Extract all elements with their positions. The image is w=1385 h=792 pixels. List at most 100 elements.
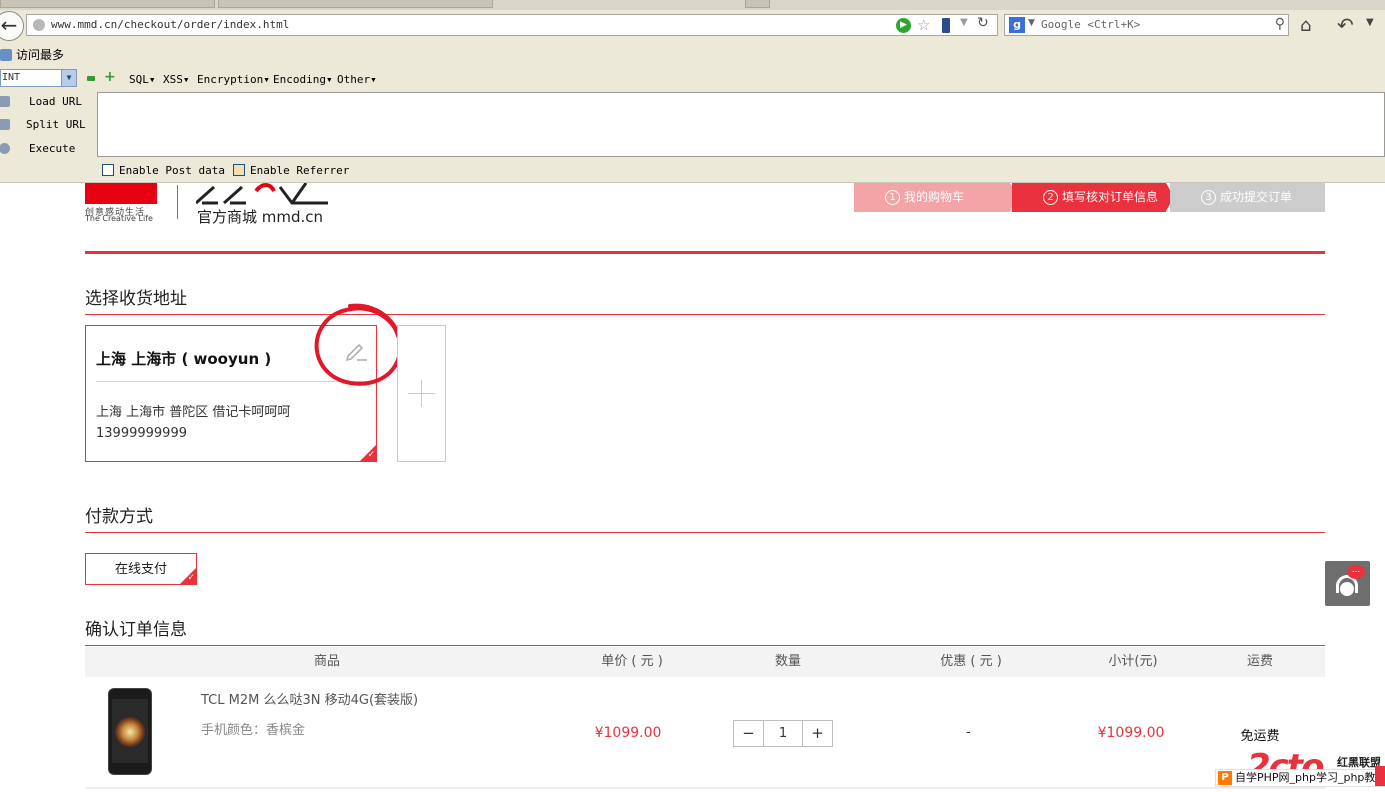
browser-tab[interactable] [218, 0, 493, 8]
back-button[interactable]: ← [0, 11, 24, 41]
search-placeholder[interactable]: Google <Ctrl+K> [1041, 18, 1140, 31]
engine-dropdown-icon[interactable]: ▼ [1028, 18, 1035, 28]
chevron-down-icon[interactable]: ▼ [61, 70, 76, 86]
step-cart: 1 我的购物车 [854, 183, 1017, 212]
mobile-icon[interactable] [942, 18, 950, 33]
step-fill-order: 2 填写核对订单信息 [1012, 183, 1174, 212]
decrease-icon[interactable] [87, 76, 95, 81]
enable-post-checkbox[interactable]: Enable Post data [102, 164, 225, 177]
shipping-value: 免运费 [1240, 729, 1280, 744]
brand-text: 官方商城 mmd.cn [197, 208, 324, 226]
menu-encryption[interactable]: Encryption▾ [197, 73, 270, 86]
bookmark-label: 访问最多 [16, 48, 65, 62]
hackbar-toolbar: INT ▼ + SQL▾ XSS▾ Encryption▾ Encoding▾ … [0, 66, 1385, 92]
watermark-bar[interactable]: P 自学PHP网_php学习_php教 [1215, 769, 1385, 787]
search-icon[interactable]: ⚲ [1275, 16, 1285, 32]
hackbar-url-textarea[interactable] [97, 92, 1385, 157]
order-section-title: 确认订单信息 [85, 620, 187, 640]
header-divider [85, 251, 1325, 254]
selected-check-icon: ✓ [360, 445, 376, 461]
menu-xss[interactable]: XSS▾ [163, 73, 190, 86]
undo-icon[interactable]: ↶ [1337, 13, 1354, 37]
logo-divider [177, 185, 178, 219]
bookmarks-toolbar: 访问最多 [0, 42, 1385, 66]
execute-label: Execute [29, 142, 76, 155]
checkbox-box[interactable] [102, 164, 114, 176]
quantity-decrease-button[interactable]: − [734, 721, 764, 746]
quantity-increase-button[interactable]: + [802, 721, 832, 746]
col-discount: 优惠 ( 元 ) [940, 654, 1002, 669]
step-number: 2 [1043, 190, 1058, 205]
online-payment-option[interactable]: 在线支付 ✓ [85, 553, 197, 585]
discount-value: - [966, 725, 971, 740]
section-divider [85, 645, 1325, 646]
reload-icon[interactable]: ↻ [977, 15, 989, 31]
watermark-bar-text: 自学PHP网_php学习_php教 [1235, 771, 1376, 784]
customer-service-button[interactable]: ... [1325, 561, 1370, 606]
type-select-value: INT [2, 72, 21, 83]
increase-icon[interactable]: + [104, 69, 116, 85]
browser-tab[interactable] [0, 0, 215, 8]
load-url-icon [0, 96, 10, 107]
enable-referrer-checkbox[interactable]: Enable Referrer [233, 164, 349, 177]
col-unit-price: 单价 ( 元 ) [601, 654, 663, 669]
go-icon[interactable]: ▶ [896, 18, 911, 33]
address-detail: 上海 上海市 普陀区 借记卡呵呵呵 [96, 405, 291, 420]
menu-other[interactable]: Other▾ [337, 73, 377, 86]
step-label: 成功提交订单 [1220, 190, 1293, 204]
address-section-title: 选择收货地址 [85, 289, 187, 309]
add-address-button[interactable] [397, 325, 446, 462]
enable-post-label: Enable Post data [119, 164, 225, 177]
quantity-stepper: − 1 + [733, 720, 833, 747]
step-number: 1 [885, 190, 900, 205]
unit-price: ¥1099.00 [594, 725, 662, 741]
history-dropdown-icon[interactable]: ▼ [960, 17, 968, 28]
type-select[interactable]: INT ▼ [0, 69, 77, 87]
quantity-value[interactable]: 1 [764, 721, 802, 746]
watermark-p-icon: P [1218, 771, 1232, 785]
search-bar[interactable]: g ▼ Google <Ctrl+K> ⚲ [1004, 14, 1289, 36]
bookmark-icon [0, 49, 12, 61]
menu-dropdown-icon[interactable]: ▼ [1366, 17, 1374, 28]
checkbox-box[interactable] [233, 164, 245, 176]
product-attribute: 手机颜色：香槟金 [201, 723, 306, 738]
logo-slogan-en: The Creative Life [85, 214, 153, 223]
watermark-corner [1375, 766, 1385, 786]
row-divider [85, 787, 1325, 789]
step-submit-success: 3 成功提交订单 [1170, 183, 1325, 212]
product-name[interactable]: TCL M2M 么么哒3N 移动4G(套装版) [201, 689, 418, 708]
chat-bubble-icon: ... [1347, 565, 1365, 579]
address-bar[interactable]: www.mmd.cn/checkout/order/index.html ▶ ☆… [26, 14, 998, 36]
col-quantity: 数量 [774, 654, 802, 669]
step-label: 填写核对订单信息 [1062, 190, 1159, 204]
browser-navbar: ← www.mmd.cn/checkout/order/index.html ▶… [0, 10, 1385, 42]
col-subtotal: 小计(元) [1108, 654, 1158, 669]
bookmark-star-icon[interactable]: ☆ [917, 16, 930, 34]
site-identity-icon[interactable] [33, 19, 45, 31]
section-divider [85, 314, 1325, 315]
annotation-circle [314, 303, 403, 386]
product-image-wallpaper [115, 717, 145, 747]
step-label: 我的购物车 [904, 190, 965, 204]
tcl-logo[interactable] [85, 183, 157, 204]
col-product: 商品 [313, 654, 341, 669]
split-url-icon [0, 119, 10, 130]
selected-check-icon: ✓ [180, 568, 196, 584]
address-phone: 13999999999 [96, 426, 187, 441]
menu-sql[interactable]: SQL▾ [129, 73, 156, 86]
section-divider [85, 532, 1325, 533]
new-tab-button[interactable] [745, 0, 770, 8]
mmd-brand-logo[interactable] [196, 183, 328, 205]
enable-referrer-label: Enable Referrer [250, 164, 350, 177]
load-url-label: Load URL [29, 95, 82, 108]
home-icon[interactable]: ⌂ [1300, 15, 1311, 36]
payment-method-label: 在线支付 [114, 562, 167, 577]
bookmark-most-visited[interactable]: 访问最多 [0, 46, 64, 63]
menu-encoding[interactable]: Encoding▾ [273, 73, 333, 86]
url-text[interactable]: www.mmd.cn/checkout/order/index.html [51, 18, 289, 31]
plus-icon-stroke [421, 380, 422, 407]
product-image[interactable] [108, 688, 152, 775]
payment-section-title: 付款方式 [85, 507, 153, 527]
subtotal-value: ¥1099.00 [1097, 725, 1165, 741]
google-icon[interactable]: g [1009, 17, 1025, 33]
